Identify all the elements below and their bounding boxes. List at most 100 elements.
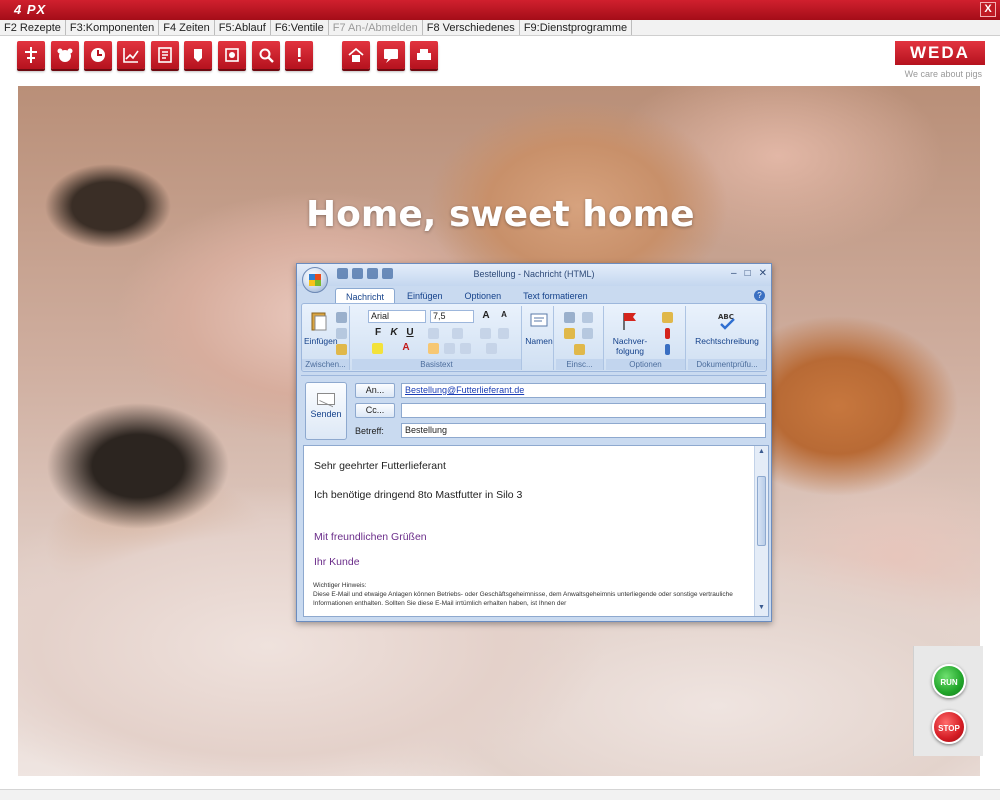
address-book-icon (530, 313, 548, 327)
help-icon[interactable]: ? (754, 290, 765, 301)
underline-icon[interactable]: U (404, 327, 416, 338)
window-controls: – □ ✕ (731, 268, 767, 279)
headline: Home, sweet home (306, 194, 695, 235)
cut-icon[interactable] (336, 312, 347, 323)
font-size-select[interactable]: 7,5 (430, 310, 474, 323)
spelling-button[interactable]: ABC Rechtschreibung (690, 310, 764, 346)
valve-icon[interactable] (17, 41, 45, 69)
options-group-label: Optionen (606, 359, 685, 370)
bold-icon[interactable]: F (372, 327, 384, 338)
clipboard-group: Einfügen Zwischen... (302, 306, 350, 370)
message-body[interactable]: Sehr geehrter Futterlieferant Ich benöti… (303, 445, 769, 617)
spelling-check-icon: ABC (718, 313, 735, 330)
clear-format-icon[interactable] (486, 343, 497, 354)
disclaimer: Wichtiger Hinweis: Diese E-Mail und etwa… (313, 581, 743, 608)
pig-icon[interactable] (51, 41, 79, 69)
message-icon[interactable] (377, 41, 405, 69)
email-window: Bestellung - Nachricht (HTML) – □ ✕ Nach… (296, 263, 772, 622)
bullets-icon[interactable] (428, 328, 439, 339)
email-window-title: Bestellung - Nachricht (HTML) (473, 269, 595, 279)
category-icon[interactable] (662, 312, 673, 323)
menu-item-rezepte[interactable]: F2 Rezepte (0, 20, 66, 35)
menu-item-komponenten[interactable]: F3:Komponenten (66, 20, 160, 35)
menu-item-dienstprogramme[interactable]: F9:Dienstprogramme (520, 20, 633, 35)
names-button[interactable]: Namen (525, 310, 553, 346)
menu-item-zeiten[interactable]: F4 Zeiten (159, 20, 215, 35)
menu-item-ventile[interactable]: F6:Ventile (271, 20, 329, 35)
follow-up-button[interactable]: Nachver- folgung (608, 310, 652, 356)
office-logo-icon (309, 274, 321, 286)
attach-item-icon[interactable] (582, 312, 593, 323)
chart-icon[interactable] (117, 41, 145, 69)
run-button[interactable]: RUN (932, 664, 966, 698)
component-icon[interactable] (218, 41, 246, 69)
subject-field[interactable]: Bestellung (401, 423, 766, 438)
weda-logo: WEDA (895, 41, 985, 65)
spelling-label: Rechtschreibung (695, 336, 759, 346)
calendar-icon[interactable] (582, 328, 593, 339)
include-group-label: Einsc... (556, 359, 603, 370)
cc-button[interactable]: Cc... (355, 403, 395, 418)
align-left-icon[interactable] (428, 343, 439, 354)
font-color-icon[interactable]: A (400, 342, 412, 353)
close-icon[interactable]: ✕ (759, 268, 767, 279)
align-center-icon[interactable] (444, 343, 455, 354)
brand-tagline: We care about pigs (904, 69, 982, 79)
outdent-icon[interactable] (480, 328, 491, 339)
include-group: Einsc... (556, 306, 604, 370)
home-icon[interactable] (342, 41, 370, 69)
menu-item-verschiedenes[interactable]: F8 Verschiedenes (423, 20, 520, 35)
envelope-icon (317, 393, 335, 405)
closing-text: Mit freundlichen Grüßen (314, 531, 427, 543)
indent-icon[interactable] (498, 328, 509, 339)
follow-up-label-1: Nachver- (612, 336, 648, 346)
signature-icon[interactable] (574, 344, 585, 355)
flag-icon (623, 313, 636, 330)
cc-field[interactable] (401, 403, 766, 418)
scroll-thumb[interactable] (757, 476, 766, 546)
minimize-icon[interactable]: – (731, 268, 737, 279)
search-icon[interactable] (252, 41, 280, 69)
status-bar (0, 789, 1000, 800)
clock-icon[interactable] (84, 41, 112, 69)
font-name-select[interactable]: Arial (368, 310, 426, 323)
paste-icon (311, 312, 327, 331)
printer-icon[interactable] (410, 41, 438, 69)
attach-file-icon[interactable] (564, 312, 575, 323)
to-field[interactable]: Bestellung@Futterlieferant.de (401, 383, 766, 398)
high-importance-icon[interactable] (665, 328, 670, 339)
options-group: Nachver- folgung Optionen (606, 306, 686, 370)
alarm-icon[interactable] (285, 41, 313, 69)
send-button[interactable]: Senden (305, 382, 347, 440)
body-scrollbar[interactable]: ▲ ▼ (754, 446, 768, 616)
shrink-font-icon[interactable]: A (498, 310, 510, 319)
basic-text-group-label: Basistext (352, 359, 521, 370)
paste-button[interactable]: Einfügen (304, 310, 338, 346)
numbering-icon[interactable] (452, 328, 463, 339)
control-panel: RUN STOP (913, 646, 983, 756)
align-right-icon[interactable] (460, 343, 471, 354)
office-button[interactable] (302, 267, 328, 293)
names-group: Namen (524, 306, 554, 370)
business-card-icon[interactable] (564, 328, 575, 339)
stop-button[interactable]: STOP (932, 710, 966, 744)
highlight-icon[interactable] (372, 343, 383, 354)
low-importance-icon[interactable] (665, 344, 670, 355)
maximize-icon[interactable]: □ (745, 268, 751, 279)
close-button[interactable]: X (980, 2, 996, 17)
italic-icon[interactable]: K (388, 327, 400, 338)
menu-item-an-abmelden: F7 An-/Abmelden (329, 20, 423, 35)
menu-item-ablauf[interactable]: F5:Ablauf (215, 20, 271, 35)
clipboard-group-label: Zwischen... (302, 359, 349, 370)
follow-up-label-2: folgung (616, 346, 644, 356)
to-button[interactable]: An... (355, 383, 395, 398)
copy-icon[interactable] (336, 328, 347, 339)
send-label: Senden (310, 409, 342, 419)
scroll-down-icon[interactable]: ▼ (758, 604, 765, 611)
grow-font-icon[interactable]: A (480, 310, 492, 321)
scroll-up-icon[interactable]: ▲ (758, 448, 765, 455)
format-painter-icon[interactable] (336, 344, 347, 355)
basic-text-group: Arial 7,5 A A F K U A Basistext (352, 306, 522, 370)
silo-icon[interactable] (184, 41, 212, 69)
recipe-icon[interactable] (151, 41, 179, 69)
